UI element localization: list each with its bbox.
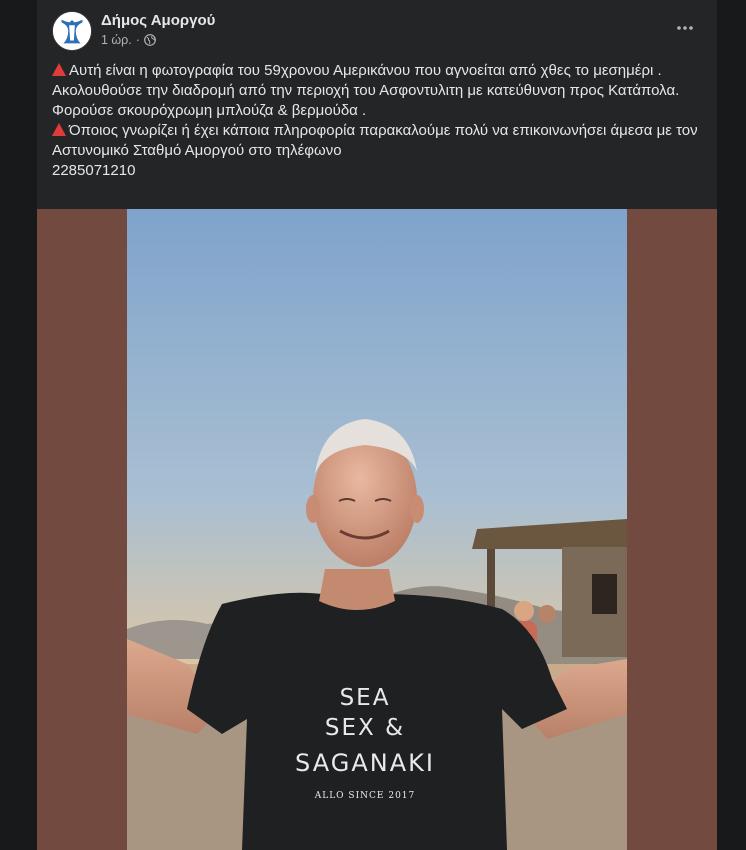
more-horizontal-icon — [677, 26, 693, 30]
shirt-print-line: SEX & — [324, 715, 406, 741]
red-triangle-icon — [52, 123, 66, 136]
message-line: Ακολουθούσε την διαδρομή από την περιοχή… — [52, 82, 680, 99]
municipality-logo-icon — [53, 12, 91, 50]
message-line: Φορούσε σκουρόχρωμη μπλούζα & βερμούδα . — [52, 102, 367, 119]
post-card: Δήμος Αμοργού 1 ώρ. · Αυτή είναι η φωτογ… — [37, 0, 717, 850]
post-message: Αυτή είναι η φωτογραφία του 59χρονου Αμε… — [52, 61, 707, 181]
post-header: Δήμος Αμοργού 1 ώρ. · — [37, 0, 717, 58]
page-avatar[interactable] — [52, 11, 92, 51]
shirt-print-line: ALLO SINCE 2017 — [314, 791, 416, 801]
phone-number: 2285071210 — [52, 162, 136, 179]
page-name-link[interactable]: Δήμος Αμοργού — [101, 12, 215, 29]
globe-icon — [144, 34, 156, 46]
red-triangle-icon — [52, 63, 66, 76]
message-text: Αυτή είναι η φωτογραφία του 59χρονου Αμε… — [69, 62, 662, 79]
post-photo-frame[interactable]: SEA SEX & SAGANAKI ALLO SINCE 2017 — [37, 209, 717, 850]
post-photo[interactable]: SEA SEX & SAGANAKI ALLO SINCE 2017 — [127, 209, 627, 850]
shirt-print-line: SEA — [339, 685, 391, 711]
shirt-print-line: SAGANAKI — [295, 749, 435, 777]
more-options-button[interactable] — [667, 14, 703, 42]
post-meta: 1 ώρ. · — [101, 33, 156, 47]
meta-separator: · — [135, 33, 140, 47]
message-line: Αυτή είναι η φωτογραφία του 59χρονου Αμε… — [52, 61, 707, 81]
message-line: Όποιος γνωρίζει ή έχει κάποια πληροφορία… — [52, 121, 707, 161]
message-text: Όποιος γνωρίζει ή έχει κάποια πληροφορία… — [52, 122, 698, 159]
post-time[interactable]: 1 ώρ. — [101, 33, 132, 47]
